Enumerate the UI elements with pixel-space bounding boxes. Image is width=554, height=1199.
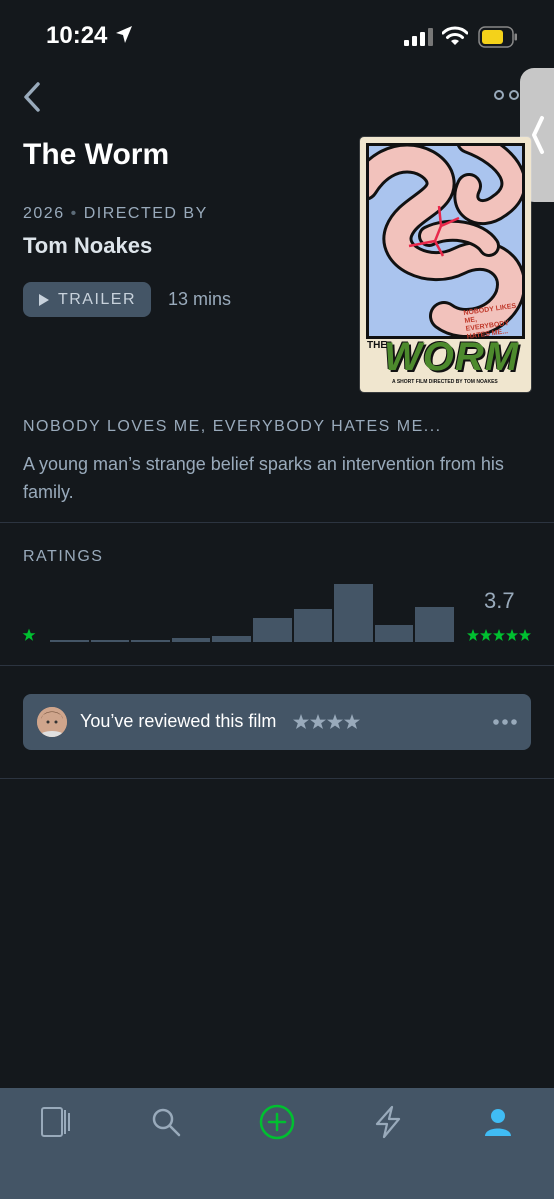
film-title: The Worm (23, 138, 170, 171)
histogram-bar[interactable] (171, 637, 211, 642)
search-icon (152, 1108, 181, 1137)
trailer-label: TRAILER (57, 290, 137, 308)
histogram-bar[interactable] (131, 640, 170, 642)
wifi-icon (442, 26, 468, 45)
histogram-bar[interactable] (334, 584, 373, 642)
review-status-text: You’ve reviewed this film (80, 711, 277, 731)
divider (0, 522, 554, 523)
play-icon (38, 293, 49, 306)
director-name[interactable]: Tom Noakes (23, 233, 152, 259)
battery-icon (478, 26, 517, 48)
histogram-bar[interactable] (90, 640, 130, 642)
star-icon (22, 628, 36, 641)
histogram-bar[interactable] (293, 608, 333, 642)
directed-by-label: DIRECTED BY (83, 205, 208, 222)
tab-profile[interactable] (468, 1102, 528, 1142)
your-review-card[interactable]: You’ve reviewed this film (23, 694, 531, 750)
divider (0, 778, 554, 779)
ratings-histogram[interactable] (50, 584, 454, 642)
histogram-bar[interactable] (374, 624, 414, 642)
ratings-label: RATINGS (23, 548, 104, 565)
film-synopsis[interactable]: A young man’s strange belief sparks an i… (23, 450, 533, 506)
poster-credit: A SHORT FILM DIRECTED BY TOM NOAKES (392, 379, 498, 385)
film-poster[interactable]: NOBODY LIKES ME, EVERYBODY HATES ME... T… (360, 137, 531, 392)
chevron-left-icon (24, 82, 40, 112)
tab-add[interactable] (247, 1102, 307, 1142)
profile-icon (485, 1109, 511, 1136)
tab-search[interactable] (136, 1102, 196, 1142)
more-dots-icon[interactable] (493, 719, 517, 725)
trailer-button[interactable]: TRAILER (23, 282, 151, 317)
film-year[interactable]: 2026 (23, 205, 65, 222)
films-icon (41, 1107, 70, 1137)
tab-activity[interactable] (358, 1102, 418, 1142)
separator-dot: • (70, 205, 78, 222)
status-bar: 10:24 (0, 0, 554, 72)
status-time: 10:24 (46, 22, 108, 49)
runtime: 13 mins (168, 289, 232, 309)
film-tagline: NOBODY LOVES ME, EVERYBODY HATES ME... (23, 418, 442, 435)
histogram-bar[interactable] (212, 636, 251, 642)
avatar (37, 707, 67, 737)
poster-the-text: THE (367, 340, 387, 351)
poster-artwork: NOBODY LIKES ME, EVERYBODY HATES ME... (360, 137, 527, 341)
five-stars-icon (467, 629, 531, 641)
activity-icon (375, 1105, 401, 1139)
add-icon (259, 1104, 295, 1140)
back-button[interactable] (18, 80, 48, 114)
user-rating-stars-icon (293, 714, 360, 729)
tab-films[interactable] (26, 1102, 86, 1142)
cellular-signal-icon (404, 28, 433, 46)
location-arrow-icon (116, 26, 132, 43)
poster-title-text: WORM (384, 335, 520, 379)
more-dots-icon (494, 90, 519, 100)
histogram-bar[interactable] (253, 617, 292, 642)
average-rating: 3.7 (484, 588, 515, 613)
film-meta: 2026 • DIRECTED BY (23, 205, 208, 223)
divider (0, 665, 554, 666)
user-avatar-image (37, 707, 67, 737)
more-options-button[interactable] (494, 88, 520, 106)
histogram-bar[interactable] (50, 640, 89, 642)
tab-bar (0, 1088, 554, 1199)
histogram-bar[interactable] (415, 607, 454, 642)
